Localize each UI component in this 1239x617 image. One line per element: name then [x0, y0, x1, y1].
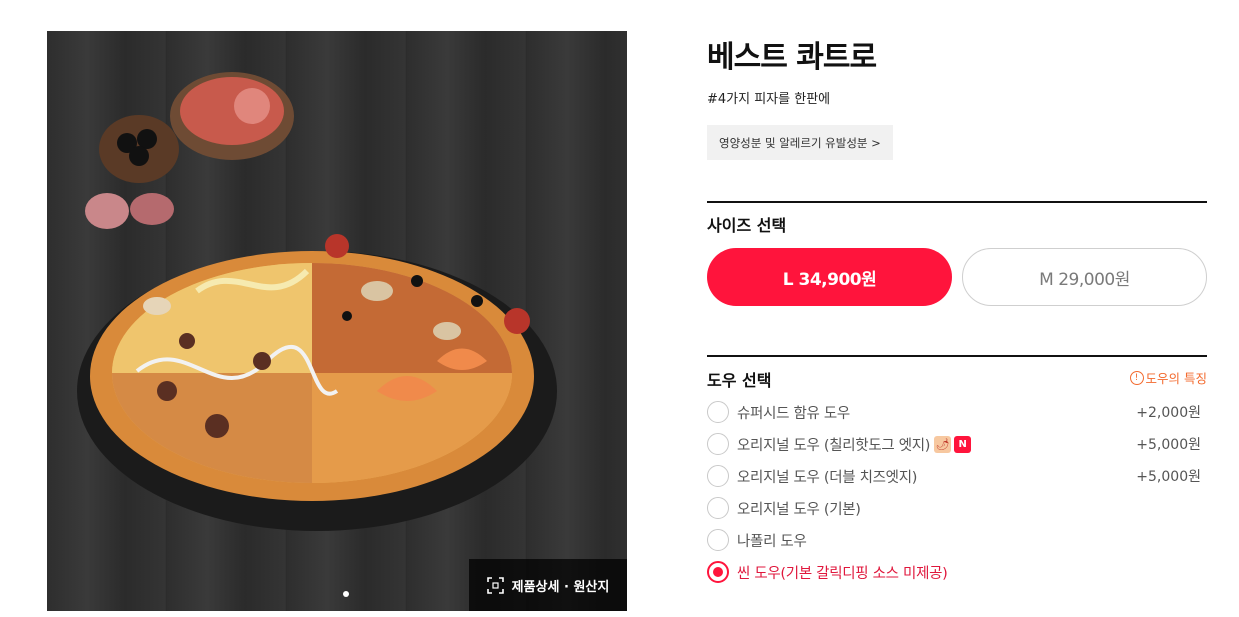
dough-option-price: +5,000원	[1136, 437, 1201, 453]
dough-option-name: 슈퍼시드 함유 도우	[737, 405, 850, 422]
dough-option[interactable]: 씬 도우(기본 갈릭디핑 소스 미제공)	[707, 559, 1207, 585]
frame-icon	[486, 576, 504, 594]
radio-button[interactable]	[707, 529, 729, 551]
dough-option[interactable]: 슈퍼시드 함유 도우 +2,000원	[707, 399, 1207, 425]
radio-button[interactable]	[707, 465, 729, 487]
size-option-large[interactable]: L 34,900원	[707, 248, 952, 306]
dough-section-label: 도우 선택	[707, 371, 772, 390]
size-section-label: 사이즈 선택	[707, 216, 787, 235]
dough-option-name: 오리지널 도우 (더블 치즈엣지)	[737, 469, 918, 486]
radio-button[interactable]	[707, 401, 729, 423]
dough-option-price: +2,000원	[1136, 405, 1201, 421]
radio-button-selected[interactable]	[707, 561, 729, 583]
dough-info-link[interactable]: ! 도우의 특징	[1129, 368, 1207, 387]
dough-option[interactable]: 나폴리 도우	[707, 527, 1207, 553]
product-tagline: #4가지 피자를 한판에	[707, 92, 831, 107]
pizza-illustration	[77, 72, 557, 531]
product-title: 베스트 콰트로	[707, 40, 877, 75]
dough-info-label: 도우의 특징	[1145, 371, 1207, 386]
dough-option-name: 씬 도우(기본 갈릭디핑 소스 미제공)	[737, 565, 948, 582]
dough-option-name: 나폴리 도우	[737, 533, 807, 550]
dough-option-name: 오리지널 도우 (기본)	[737, 501, 861, 518]
dough-option[interactable]: 오리지널 도우 (더블 치즈엣지) +5,000원	[707, 463, 1207, 489]
dough-option[interactable]: 오리지널 도우 (기본)	[707, 495, 1207, 521]
chili-icon: 🌶	[934, 435, 952, 453]
product-detail-button[interactable]: 제품상세 · 원산지	[469, 559, 627, 611]
dough-option-price: +5,000원	[1136, 469, 1201, 485]
product-detail-label: 제품상세 · 원산지	[511, 579, 610, 595]
size-option-medium[interactable]: M 29,000원	[962, 248, 1207, 306]
dough-option[interactable]: 오리지널 도우 (칠리핫도그 엣지) 🌶 N +5,000원	[707, 431, 1207, 457]
section-divider	[707, 201, 1207, 203]
new-badge: N	[954, 435, 972, 453]
product-image: 제품상세 · 원산지	[47, 31, 627, 611]
radio-button[interactable]	[707, 497, 729, 519]
section-divider	[707, 355, 1207, 357]
radio-button[interactable]	[707, 433, 729, 455]
nutrition-allergy-button[interactable]: 영양성분 및 알레르기 유발성분 >	[707, 125, 893, 160]
dough-option-name: 오리지널 도우 (칠리핫도그 엣지)	[737, 437, 931, 454]
info-icon: !	[1129, 370, 1144, 385]
carousel-dot[interactable]	[343, 591, 349, 597]
